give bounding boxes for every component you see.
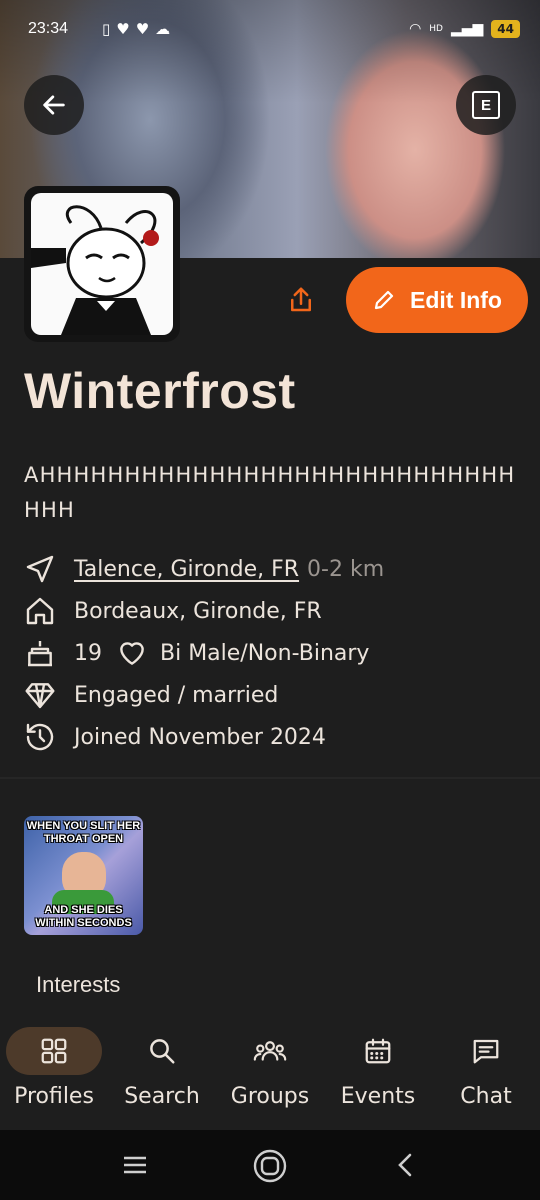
people-icon bbox=[253, 1041, 287, 1061]
nav-events-pill bbox=[330, 1027, 426, 1075]
recent-apps-button[interactable] bbox=[122, 1154, 148, 1180]
notification-icons: ▯♥♥☁ bbox=[102, 20, 177, 38]
share-icon bbox=[291, 287, 311, 312]
heart-icon bbox=[120, 642, 144, 665]
gallery-image[interactable]: WHEN YOU SLIT HER THROAT OPEN AND SHE DI… bbox=[24, 816, 143, 935]
battery-indicator: 44 bbox=[491, 20, 520, 38]
chat-icon bbox=[473, 1039, 499, 1064]
meme-bottom-caption: AND SHE DIES WITHIN SECONDS bbox=[35, 904, 132, 929]
bottom-navigation: Profiles Search Groups Events Chat bbox=[0, 1022, 540, 1130]
nav-profiles-pill bbox=[6, 1027, 102, 1075]
nav-groups-pill bbox=[222, 1027, 318, 1075]
edit-info-label: Edit Info bbox=[410, 286, 502, 313]
nav-chat[interactable]: Chat bbox=[432, 1022, 540, 1130]
meme-top-caption: WHEN YOU SLIT HER THROAT OPEN bbox=[26, 820, 141, 845]
share-button[interactable] bbox=[286, 284, 316, 320]
back-button[interactable] bbox=[24, 75, 84, 135]
e-box-icon: E bbox=[472, 91, 500, 119]
joined-row: Joined November 2024 bbox=[24, 719, 326, 755]
status-right-icons: ◠ HD ▂▄▆ 44 bbox=[409, 20, 520, 38]
hometown-text: Bordeaux, Gironde, FR bbox=[74, 598, 322, 624]
calendar-icon bbox=[365, 1038, 391, 1064]
grid-icon bbox=[41, 1038, 67, 1064]
relationship-text: Engaged / married bbox=[74, 682, 279, 708]
nav-search-label: Search bbox=[124, 1084, 200, 1109]
distance-text: 0-2 km bbox=[307, 556, 385, 582]
profile-bio: AHHHHHHHHHHHHHHHHHHHHHHHHHHHHHHH bbox=[24, 463, 516, 522]
nav-groups-label: Groups bbox=[230, 1084, 310, 1109]
nav-search-pill bbox=[114, 1027, 210, 1075]
menu-lines-icon bbox=[124, 1156, 146, 1174]
home-circle-icon bbox=[253, 1149, 287, 1183]
pencil-icon bbox=[374, 290, 394, 310]
arrow-left-icon bbox=[43, 95, 65, 115]
age-text: 19 bbox=[74, 640, 102, 666]
home-icon bbox=[26, 597, 54, 625]
nav-chat-label: Chat bbox=[460, 1084, 512, 1109]
nav-groups[interactable]: Groups bbox=[216, 1022, 324, 1130]
nav-profiles[interactable]: Profiles bbox=[0, 1022, 108, 1130]
system-navigation-bar bbox=[0, 1130, 540, 1200]
interests-heading: Interests bbox=[36, 972, 121, 997]
current-location-link[interactable]: Talence, Gironde, FR bbox=[74, 557, 299, 582]
system-back-button[interactable] bbox=[396, 1152, 414, 1182]
avatar[interactable] bbox=[31, 193, 173, 335]
joined-text: Joined November 2024 bbox=[74, 724, 326, 750]
relationship-row: Engaged / married bbox=[24, 677, 278, 713]
wifi-icon: ◠ bbox=[409, 21, 422, 37]
edit-info-button[interactable]: Edit Info bbox=[346, 267, 528, 333]
e-box-letter: E bbox=[480, 96, 491, 114]
nav-events[interactable]: Events bbox=[324, 1022, 432, 1130]
status-bar: 23:34 ▯♥♥☁ ◠ HD ▂▄▆ 44 bbox=[0, 0, 540, 62]
signal-icon: ▂▄▆ bbox=[450, 21, 484, 37]
chevron-left-icon bbox=[398, 1153, 412, 1177]
home-button[interactable] bbox=[252, 1148, 288, 1188]
avatar-drawing bbox=[31, 205, 159, 335]
hometown-row: Bordeaux, Gironde, FR bbox=[24, 593, 322, 629]
explicit-toggle-button[interactable]: E bbox=[456, 75, 516, 135]
network-label: HD bbox=[429, 24, 443, 34]
nav-search[interactable]: Search bbox=[108, 1022, 216, 1130]
nav-profiles-label: Profiles bbox=[14, 1084, 94, 1109]
profile-name: Winterfrost bbox=[24, 363, 296, 419]
nav-chat-pill bbox=[438, 1027, 534, 1075]
location-row: Talence, Gironde, FR 0-2 km bbox=[24, 551, 384, 587]
nav-events-label: Events bbox=[340, 1084, 416, 1109]
orientation-text: Bi Male/Non-Binary bbox=[160, 640, 370, 666]
search-icon bbox=[150, 1039, 175, 1064]
diamond-icon bbox=[25, 683, 55, 709]
age-orientation-row: 19 Bi Male/Non-Binary bbox=[24, 635, 369, 671]
status-time: 23:34 bbox=[28, 20, 69, 37]
cake-icon bbox=[28, 641, 52, 667]
navigation-arrow-icon bbox=[26, 555, 54, 583]
section-divider bbox=[0, 777, 540, 779]
history-icon bbox=[26, 723, 54, 751]
